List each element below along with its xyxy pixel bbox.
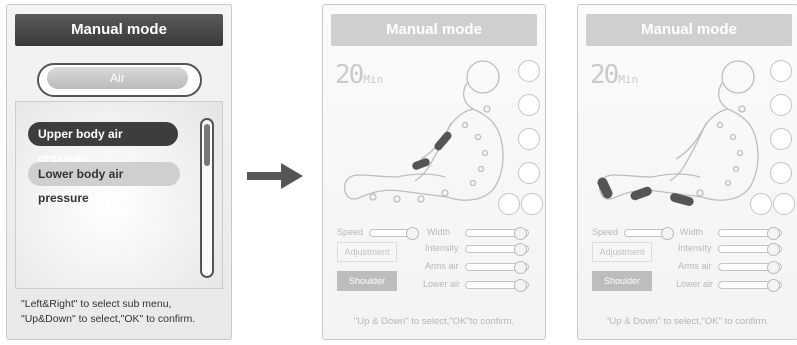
zone-indicator bbox=[518, 94, 540, 116]
speed-slider[interactable] bbox=[369, 227, 419, 240]
shoulder-button[interactable]: Shoulder bbox=[337, 271, 397, 291]
intensity-label: Intensity bbox=[425, 243, 459, 253]
option-upper-body-air[interactable]: Upper body air pressure bbox=[28, 122, 178, 165]
slider-knob[interactable] bbox=[767, 227, 780, 240]
arms-air-label: Arms air bbox=[678, 261, 712, 271]
intensity-label: Intensity bbox=[678, 243, 712, 253]
manual-mode-menu-screen: Manual mode Air Upper body air pressure … bbox=[6, 4, 232, 340]
lower-air-slider[interactable] bbox=[465, 279, 529, 292]
speed-label: Speed bbox=[337, 227, 364, 237]
width-label: Width bbox=[427, 227, 451, 237]
sub-menu-selector[interactable]: Air bbox=[37, 63, 202, 97]
screen-title: Manual mode bbox=[15, 14, 223, 46]
scrollbar[interactable] bbox=[200, 118, 214, 278]
slider-knob[interactable] bbox=[514, 261, 527, 274]
slider-knob[interactable] bbox=[514, 243, 527, 256]
slider-knob[interactable] bbox=[767, 261, 780, 274]
footer-hint: "Up & Down" to select,"OK"to confirm. bbox=[353, 316, 515, 327]
lower-air-label: Lower air bbox=[676, 279, 714, 289]
zone-indicator bbox=[770, 128, 792, 150]
width-label: Width bbox=[680, 227, 704, 237]
zone-indicator bbox=[498, 193, 520, 215]
slider-knob[interactable] bbox=[661, 227, 674, 240]
option-lower-body-air[interactable]: Lower body air pressure bbox=[28, 162, 180, 205]
scrollbar-thumb[interactable] bbox=[204, 124, 210, 166]
arms-air-slider[interactable] bbox=[465, 261, 529, 274]
sub-menu-label: Air bbox=[47, 67, 188, 89]
zone-indicator bbox=[770, 94, 792, 116]
slider-knob[interactable] bbox=[406, 227, 419, 240]
slider-knob[interactable] bbox=[767, 243, 780, 256]
width-slider[interactable] bbox=[465, 227, 529, 240]
lower-air-label: Lower air bbox=[423, 279, 461, 289]
body-figure-icon bbox=[597, 60, 759, 206]
slider-knob[interactable] bbox=[514, 279, 527, 292]
zone-indicator bbox=[773, 193, 795, 215]
slider-knob[interactable] bbox=[514, 227, 527, 240]
adjustment-button[interactable]: Adjustment bbox=[592, 242, 652, 262]
arms-air-label: Arms air bbox=[425, 261, 459, 271]
manual-mode-upper-screen: Manual mode 20Min Speed Width Adjustment… bbox=[322, 4, 546, 340]
intensity-slider[interactable] bbox=[465, 243, 529, 256]
speed-label: Speed bbox=[592, 227, 619, 237]
body-figure-icon bbox=[343, 60, 504, 203]
option-list: Upper body air pressure Lower body air p… bbox=[15, 101, 223, 289]
manual-mode-lower-screen: Manual mode 20Min Speed Width Adjustment… bbox=[577, 4, 797, 340]
help-line: "Left&Right" to select sub menu, bbox=[21, 298, 172, 310]
zone-indicator bbox=[518, 162, 540, 184]
zone-indicator bbox=[770, 60, 792, 82]
shoulder-button[interactable]: Shoulder bbox=[592, 271, 652, 291]
footer-hint: "Up & Down" to select,"OK" to confirm. bbox=[606, 316, 769, 327]
help-line: "Up&Down" to select,"OK" to confirm. bbox=[21, 313, 196, 325]
right-arrow-icon bbox=[247, 163, 303, 189]
zone-indicator bbox=[518, 60, 540, 82]
slider-knob[interactable] bbox=[767, 279, 780, 292]
lower-air-slider[interactable] bbox=[718, 279, 782, 292]
adjustment-button[interactable]: Adjustment bbox=[337, 242, 397, 262]
zone-indicator bbox=[518, 128, 540, 150]
zone-indicator bbox=[770, 162, 792, 184]
zone-indicator bbox=[750, 193, 772, 215]
screen-title: Manual mode bbox=[586, 14, 792, 46]
speed-slider[interactable] bbox=[624, 227, 674, 240]
intensity-slider[interactable] bbox=[718, 243, 782, 256]
zone-indicator bbox=[521, 193, 543, 215]
arms-air-slider[interactable] bbox=[718, 261, 782, 274]
width-slider[interactable] bbox=[718, 227, 782, 240]
screen-title: Manual mode bbox=[331, 14, 537, 46]
help-text: "Left&Right" to select sub menu, "Up&Dow… bbox=[21, 297, 226, 327]
